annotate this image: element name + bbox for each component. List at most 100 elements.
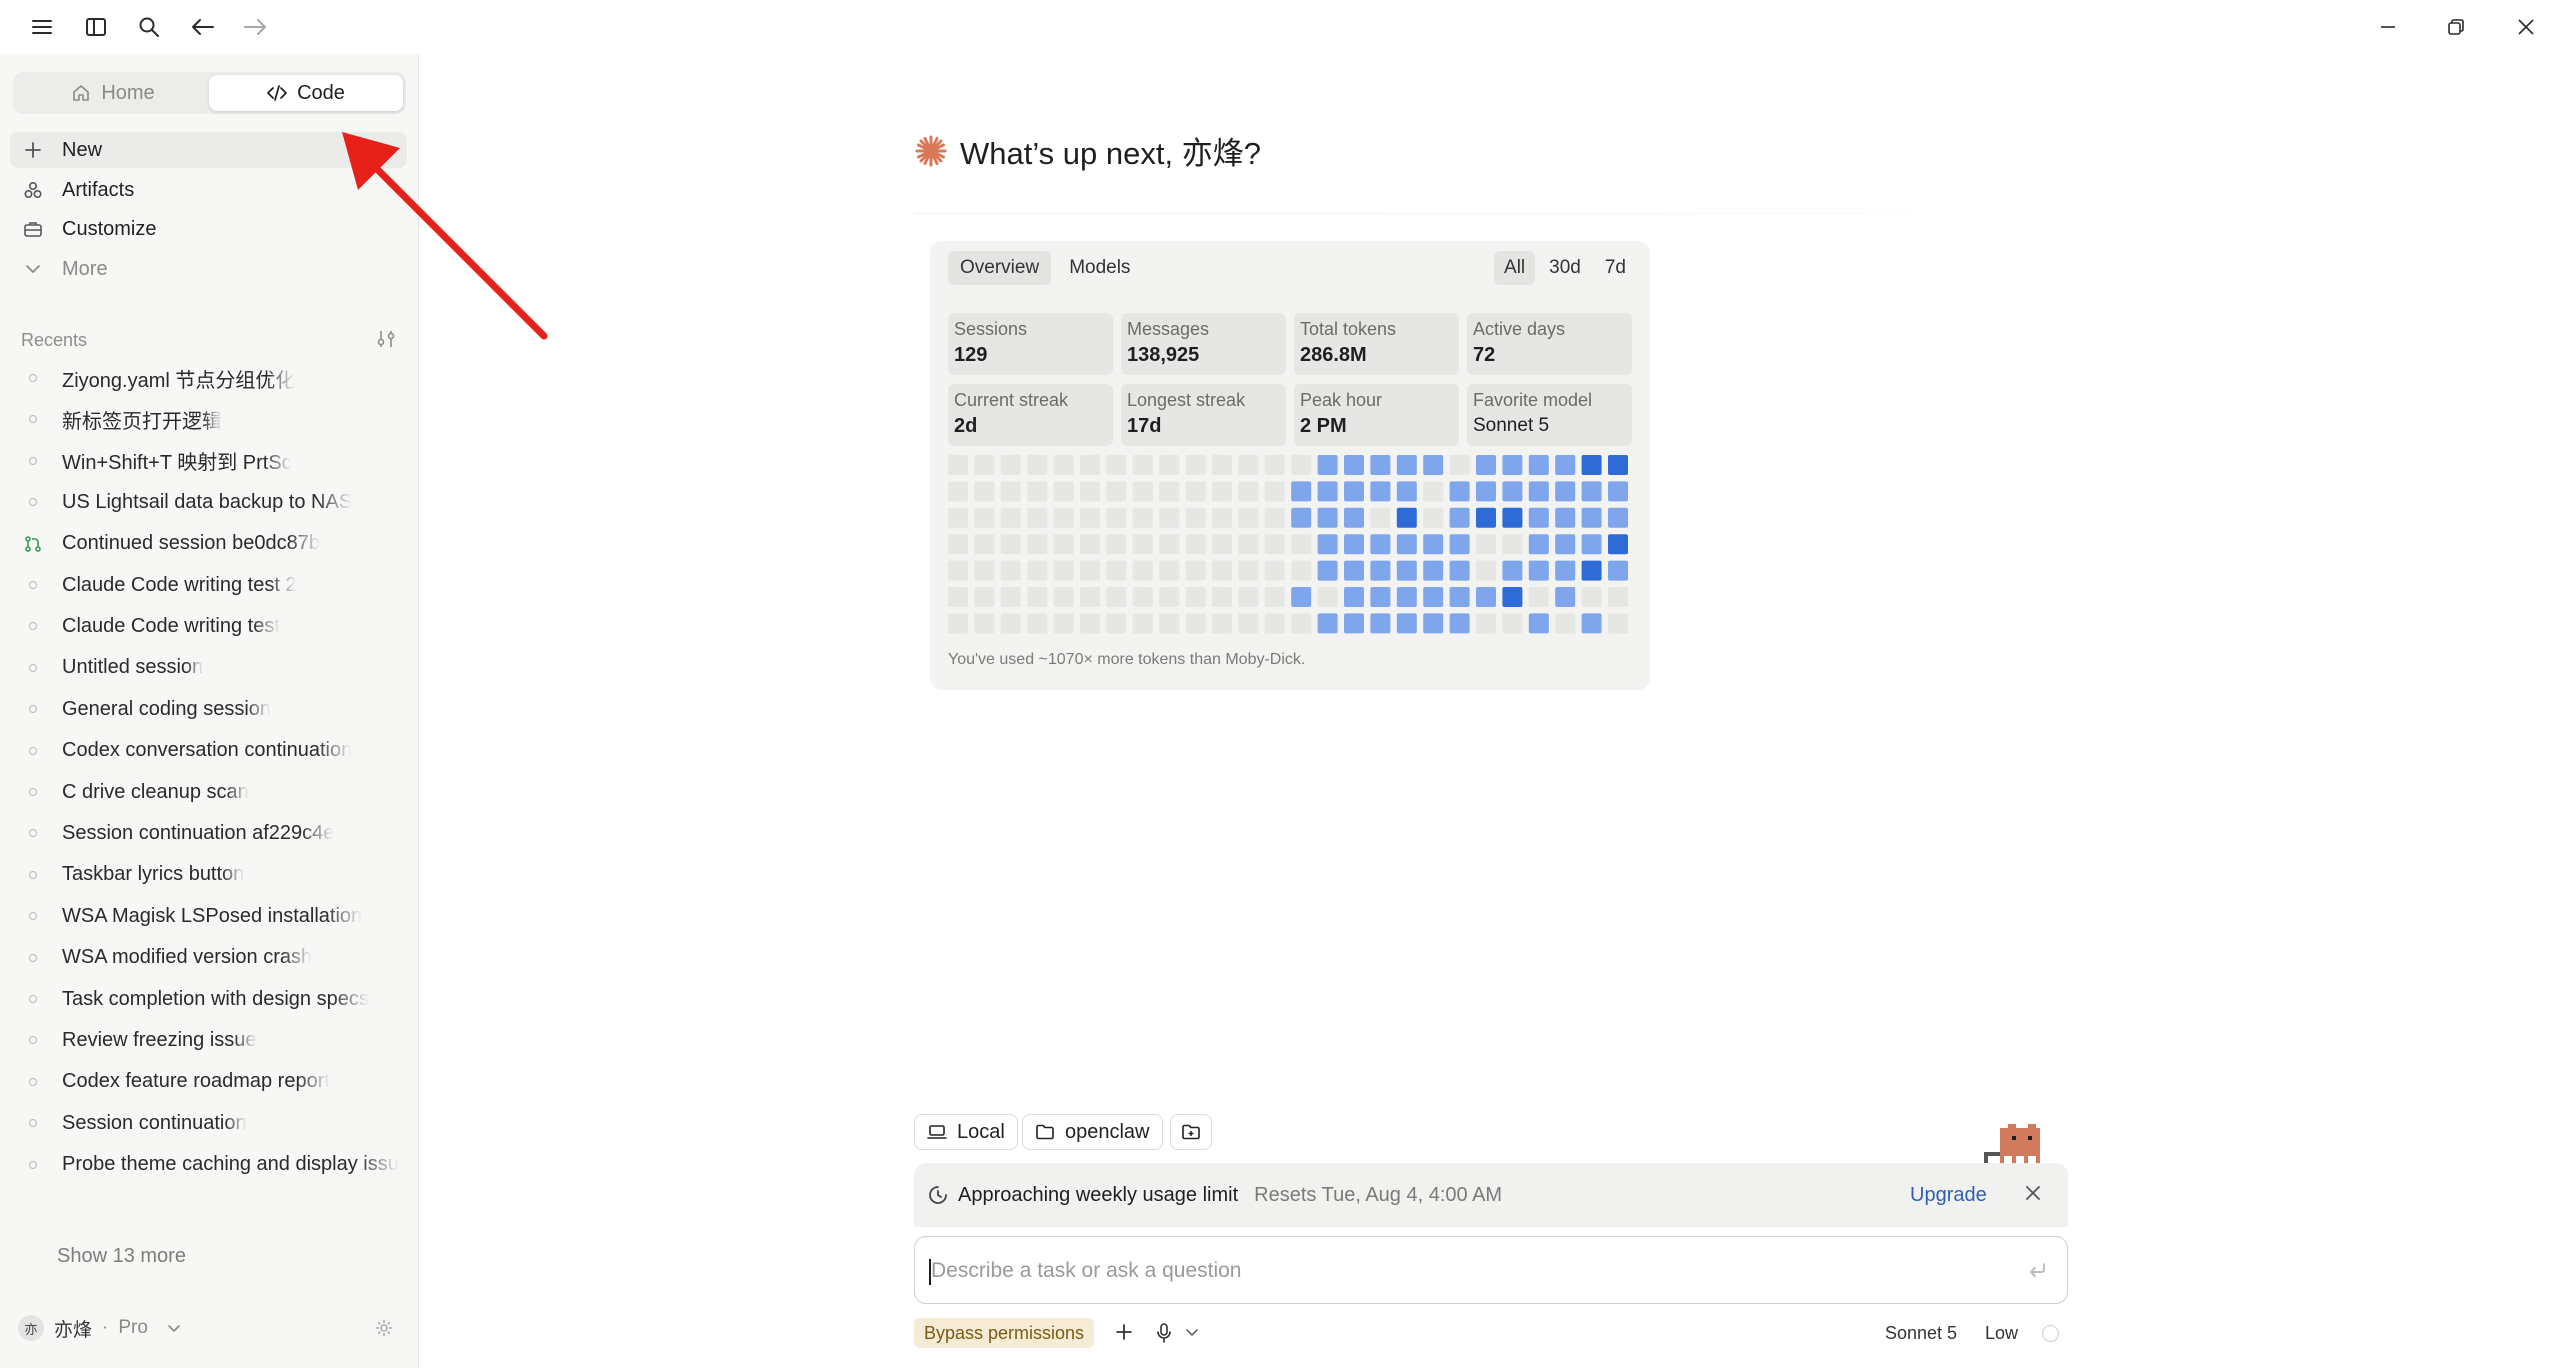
tab-code-label: Code	[297, 81, 345, 104]
heatmap-cell	[1132, 613, 1153, 634]
environment-chip[interactable]: Local	[914, 1114, 1018, 1150]
range-30d[interactable]: 30d	[1539, 251, 1591, 285]
heatmap-cell	[1317, 613, 1338, 634]
banner-reset-time: Resets Tue, Aug 4, 4:00 AM	[1254, 1183, 1503, 1206]
recent-item[interactable]: Ziyong.yaml 节点分组优化	[10, 360, 407, 396]
heatmap-cell	[1080, 534, 1100, 555]
heatmap-cell	[1264, 455, 1285, 475]
recent-item[interactable]: Review freezing issue	[10, 1022, 407, 1058]
heatmap-cell	[1502, 587, 1523, 607]
heatmap-cell	[1264, 534, 1285, 555]
heatmap-cell	[1449, 481, 1470, 502]
recent-item[interactable]: C drive cleanup scan	[10, 774, 407, 810]
recent-item[interactable]: Session continuation af229c4e	[10, 815, 407, 851]
range-7d[interactable]: 7d	[1595, 251, 1636, 285]
recent-item[interactable]: Win+Shift+T 映射到 PrtSc	[10, 443, 407, 479]
upgrade-link[interactable]: Upgrade	[1910, 1184, 1987, 1207]
tab-overview[interactable]: Overview	[948, 251, 1052, 285]
heatmap-cell	[1080, 560, 1100, 581]
heatmap-cell	[1264, 481, 1285, 502]
minimize-icon[interactable]	[2368, 8, 2408, 46]
sidebar-toggle-icon[interactable]	[79, 10, 113, 44]
search-icon[interactable]	[132, 10, 166, 44]
recent-item[interactable]: General coding session	[10, 691, 407, 727]
heatmap-cell	[1449, 507, 1470, 528]
back-arrow-icon[interactable]	[186, 10, 220, 44]
heatmap-cell	[1185, 560, 1206, 581]
home-icon	[71, 83, 91, 103]
recent-item[interactable]: Codex conversation continuation	[10, 733, 407, 769]
heatmap-cell	[1396, 613, 1417, 634]
heatmap-cell	[1423, 481, 1444, 502]
plus-icon[interactable]	[1114, 1322, 1134, 1342]
divider	[914, 213, 2104, 214]
recent-item[interactable]: WSA Magisk LSPosed installation	[10, 898, 407, 934]
recent-item[interactable]: Claude Code writing test	[10, 608, 407, 644]
heatmap-cell	[1528, 481, 1549, 502]
usage-stats-panel: Overview Models All 30d 7d Sessions 129 Me…	[930, 241, 1650, 690]
recent-item[interactable]: WSA modified version crash	[10, 940, 407, 976]
heatmap-cell	[1291, 455, 1312, 475]
mode-switcher: Home Code	[13, 72, 406, 114]
prompt-input[interactable]: Describe a task or ask a question	[914, 1236, 2068, 1304]
permission-mode-button[interactable]: Bypass permissions	[914, 1318, 1095, 1348]
recent-item[interactable]: 新标签页打开逻辑	[10, 401, 407, 437]
recent-item[interactable]: Task completion with design specs	[10, 981, 407, 1017]
tab-home[interactable]: Home	[16, 75, 210, 111]
heatmap-cell	[1212, 587, 1232, 607]
recent-item[interactable]: Claude Code writing test 2	[10, 567, 407, 603]
model-selector[interactable]: Sonnet 5	[1885, 1323, 1957, 1344]
add-folder-button[interactable]	[1170, 1114, 1212, 1150]
recent-item[interactable]: Taskbar lyrics button	[10, 857, 407, 893]
show-more-link[interactable]: Show 13 more	[57, 1245, 186, 1268]
heatmap-cell	[1106, 481, 1127, 502]
effort-indicator-icon	[2042, 1325, 2059, 1342]
stat-card: Active days 72	[1467, 313, 1632, 375]
recent-item[interactable]: US Lightsail data backup to NAS	[10, 484, 407, 520]
tab-code[interactable]: Code	[209, 75, 403, 111]
heatmap-cell	[1581, 587, 1602, 607]
restore-icon[interactable]	[2436, 8, 2476, 46]
recent-item[interactable]: Probe theme caching and display issu	[10, 1147, 407, 1183]
session-dot-icon	[22, 947, 44, 969]
heatmap-cell	[1396, 587, 1417, 607]
session-dot-icon	[22, 740, 44, 762]
close-icon[interactable]	[2024, 1184, 2042, 1202]
heatmap-cell	[1238, 455, 1259, 475]
menu-icon[interactable]	[25, 10, 59, 44]
recent-item[interactable]: Session continuation	[10, 1105, 407, 1141]
heatmap-cell	[1423, 560, 1444, 581]
heatmap-cell	[1555, 613, 1576, 634]
recent-item[interactable]: Continued session be0dc87b	[10, 526, 407, 562]
heatmap-cell	[974, 534, 995, 555]
tab-models[interactable]: Models	[1057, 251, 1142, 285]
microphone-icon[interactable]	[1154, 1322, 1174, 1344]
stat-value: 2d	[954, 415, 978, 437]
session-dot-icon	[22, 491, 44, 513]
forward-arrow-icon[interactable]	[238, 10, 272, 44]
user-menu[interactable]: 亦 亦烽 · Pro	[18, 1310, 182, 1346]
recent-item[interactable]: Codex feature roadmap report	[10, 1064, 407, 1100]
stat-label: Active days	[1473, 319, 1566, 339]
heatmap-cell	[1132, 587, 1153, 607]
recent-item-label: Untitled session	[62, 656, 204, 679]
stats-tabs: Overview Models	[948, 251, 1142, 285]
heatmap-cell	[1396, 560, 1417, 581]
session-dot-icon	[22, 864, 44, 886]
close-icon[interactable]	[2506, 8, 2546, 46]
folder-chip[interactable]: openclaw	[1022, 1114, 1163, 1150]
recent-item[interactable]: Untitled session	[10, 650, 407, 686]
session-dot-icon	[22, 450, 44, 472]
effort-selector[interactable]: Low	[1985, 1323, 2018, 1344]
enter-icon[interactable]	[2027, 1261, 2047, 1279]
settings-icon[interactable]	[374, 1318, 394, 1338]
recent-item-label: 新标签页打开逻辑	[62, 410, 222, 433]
heatmap-cell	[1264, 507, 1285, 528]
chevron-down-icon[interactable]	[1184, 1326, 1200, 1340]
heatmap-cell	[974, 507, 995, 528]
range-all[interactable]: All	[1494, 251, 1536, 285]
stat-value: 286.8M	[1300, 344, 1367, 366]
stat-card: Sessions 129	[948, 313, 1113, 375]
heatmap-note: You've used ~1070× more tokens than Moby…	[948, 651, 1306, 668]
gauge-icon	[928, 1185, 948, 1205]
